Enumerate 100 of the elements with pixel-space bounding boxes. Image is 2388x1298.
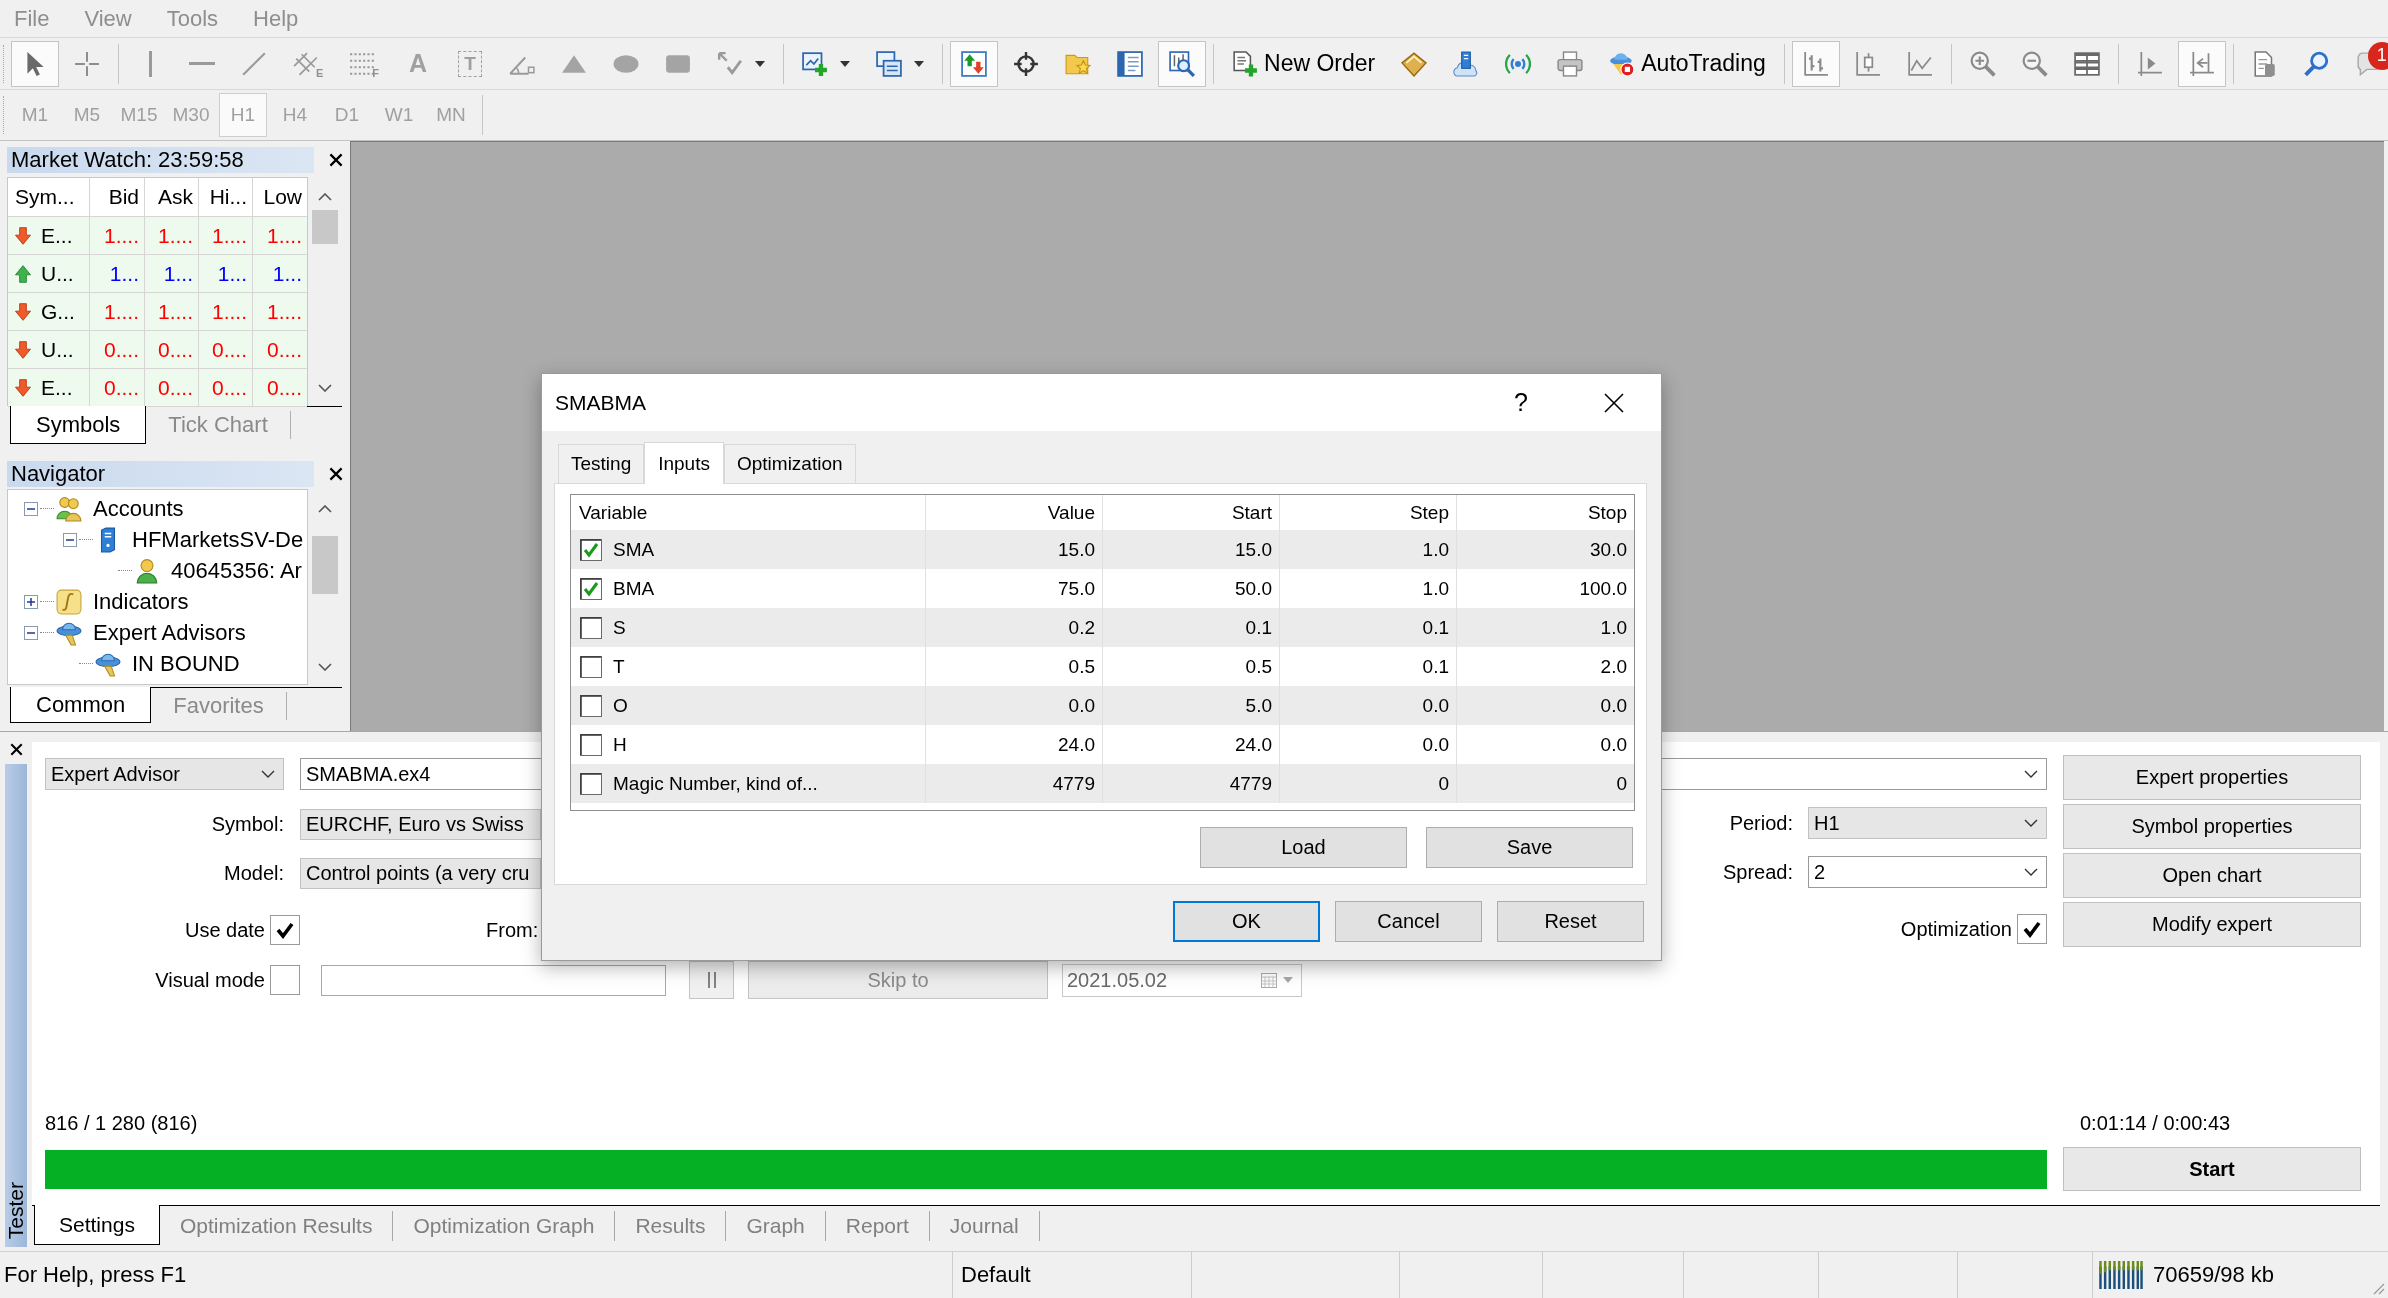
table-cell-text: 2.0: [1599, 654, 1628, 679]
printer-icon: [1557, 50, 1584, 77]
dialog-tab[interactable]: Optimization: [723, 444, 856, 483]
candlestick-icon: [1854, 50, 1881, 77]
dialog-button[interactable]: Save: [1426, 827, 1633, 868]
scroll-down-icon[interactable]: [318, 384, 332, 392]
close-icon[interactable]: [329, 153, 343, 167]
scroll-thumb[interactable]: [312, 210, 338, 244]
checkbox[interactable]: [580, 616, 602, 639]
input-field[interactable]: [321, 964, 666, 996]
toolbar-button[interactable]: [11, 40, 59, 87]
checkbox[interactable]: [580, 772, 602, 795]
tree-item[interactable]: Accounts: [93, 495, 184, 522]
side-button[interactable]: Open chart: [2063, 853, 2361, 898]
side-button[interactable]: Symbol properties: [2063, 804, 2361, 849]
collapse-icon[interactable]: [24, 501, 38, 516]
caret-icon: [1283, 977, 1293, 983]
chart-shift-icon: [2136, 50, 2163, 77]
scroll-up-icon[interactable]: [318, 505, 332, 513]
document-plus-icon: [1232, 50, 1259, 77]
chevron-down-icon: [261, 770, 275, 778]
start-button[interactable]: Start: [2063, 1147, 2361, 1191]
field-label: Symbol:: [211, 813, 284, 836]
cloud-server-icon: [1453, 50, 1480, 77]
hat-stop-icon: [1609, 50, 1636, 77]
dialog-tab[interactable]: Inputs: [644, 442, 724, 484]
tree-item[interactable]: IN BOUND: [132, 650, 240, 677]
help-button[interactable]: ?: [1514, 388, 1528, 417]
symbol-name: U...: [41, 337, 74, 362]
checkbox[interactable]: [270, 965, 300, 995]
toolbar-button[interactable]: [1158, 40, 1207, 87]
dialog-button[interactable]: Cancel: [1335, 901, 1482, 942]
panel-tab[interactable]: Common: [10, 687, 152, 723]
checkbox[interactable]: [580, 655, 602, 678]
scroll-down-icon[interactable]: [318, 663, 332, 671]
function-icon: [56, 588, 82, 615]
vertical-line-icon: [148, 50, 152, 77]
dialog-button[interactable]: Reset: [1497, 901, 1644, 942]
elapsed-time: 0:01:14 / 0:00:43: [2080, 1111, 2231, 1135]
checkbox[interactable]: [580, 538, 602, 561]
scroll-up-icon[interactable]: [318, 193, 332, 201]
dialog-tab[interactable]: Testing: [558, 444, 645, 483]
table-cell-text: 0: [1615, 771, 1628, 796]
dialog-button[interactable]: Load: [1200, 827, 1407, 868]
collapse-icon[interactable]: [24, 625, 38, 640]
dropdown[interactable]: EURCHF, Euro vs Swiss: [300, 809, 541, 840]
checkbox[interactable]: [580, 733, 602, 756]
checkbox-label: Optimization: [1900, 917, 2012, 941]
close-icon[interactable]: [9, 743, 23, 756]
table-cell: 5.0: [1103, 686, 1280, 725]
magnifier-chart-icon: [1169, 50, 1196, 77]
side-button[interactable]: Modify expert: [2063, 902, 2361, 947]
table-cell: 0.0: [1280, 686, 1457, 725]
expand-icon[interactable]: [24, 594, 38, 609]
window-grid-icon: [2073, 50, 2100, 77]
toolbar-button[interactable]: AutoTrading: [1598, 40, 1777, 87]
field-label: Spread:: [1722, 860, 1793, 884]
table-cell: 1.0: [1280, 530, 1457, 569]
checkbox[interactable]: [270, 915, 300, 945]
panel-tab[interactable]: Symbols: [10, 406, 147, 444]
pause-button[interactable]: [689, 961, 734, 999]
table-cell: 0.1: [1103, 608, 1280, 647]
dialog-button[interactable]: OK: [1173, 901, 1320, 942]
close-icon[interactable]: [1604, 392, 1624, 413]
field-label: From:: [486, 918, 539, 942]
table-cell: 0.2: [926, 608, 1103, 647]
variable-name: T: [613, 655, 625, 678]
tree-item[interactable]: Indicators: [93, 588, 189, 615]
tree-item[interactable]: Expert Advisors: [93, 619, 246, 646]
toolbar-button[interactable]: 1: [2344, 40, 2388, 87]
collapse-icon[interactable]: [63, 532, 77, 547]
document-icon: [2251, 50, 2278, 77]
arrow-check-icon: [717, 50, 744, 77]
close-icon[interactable]: [329, 467, 343, 481]
table-cell-text: 0.0: [1599, 732, 1628, 757]
tree-item[interactable]: 40645356: Ar: [171, 557, 302, 584]
symbol-name: G...: [41, 299, 75, 324]
dropdown[interactable]: 2: [1808, 856, 2047, 888]
panel-tab[interactable]: Optimization Results: [159, 1211, 394, 1241]
tree-item[interactable]: HFMarketsSV-De: [132, 526, 304, 553]
resize-grip-icon[interactable]: [2371, 1281, 2385, 1295]
dropdown[interactable]: Expert Advisor: [45, 758, 284, 790]
panel-tab[interactable]: Results: [615, 1211, 727, 1241]
table-cell-text: 100.0: [1578, 576, 1628, 601]
table-cell: 0.1: [1280, 608, 1457, 647]
column-header[interactable]: Stop: [1457, 495, 1634, 530]
side-tab[interactable]: Tester: [5, 764, 27, 1247]
down-arrow-icon: [13, 225, 33, 246]
panel-tab[interactable]: Settings: [34, 1205, 160, 1245]
checkbox[interactable]: [580, 577, 602, 600]
pause-icon: [706, 972, 717, 988]
dropdown[interactable]: H1: [1808, 807, 2047, 839]
dropdown[interactable]: Control points (a very cru: [300, 857, 541, 889]
diagonal-line-icon: [241, 50, 267, 77]
side-button[interactable]: Expert properties: [2063, 755, 2361, 800]
checkbox[interactable]: [2017, 914, 2047, 944]
checkbox[interactable]: [580, 694, 602, 717]
variable-name: SMA: [613, 538, 655, 561]
toolbar-button[interactable]: New Order: [1221, 40, 1387, 87]
scroll-thumb[interactable]: [312, 536, 338, 594]
